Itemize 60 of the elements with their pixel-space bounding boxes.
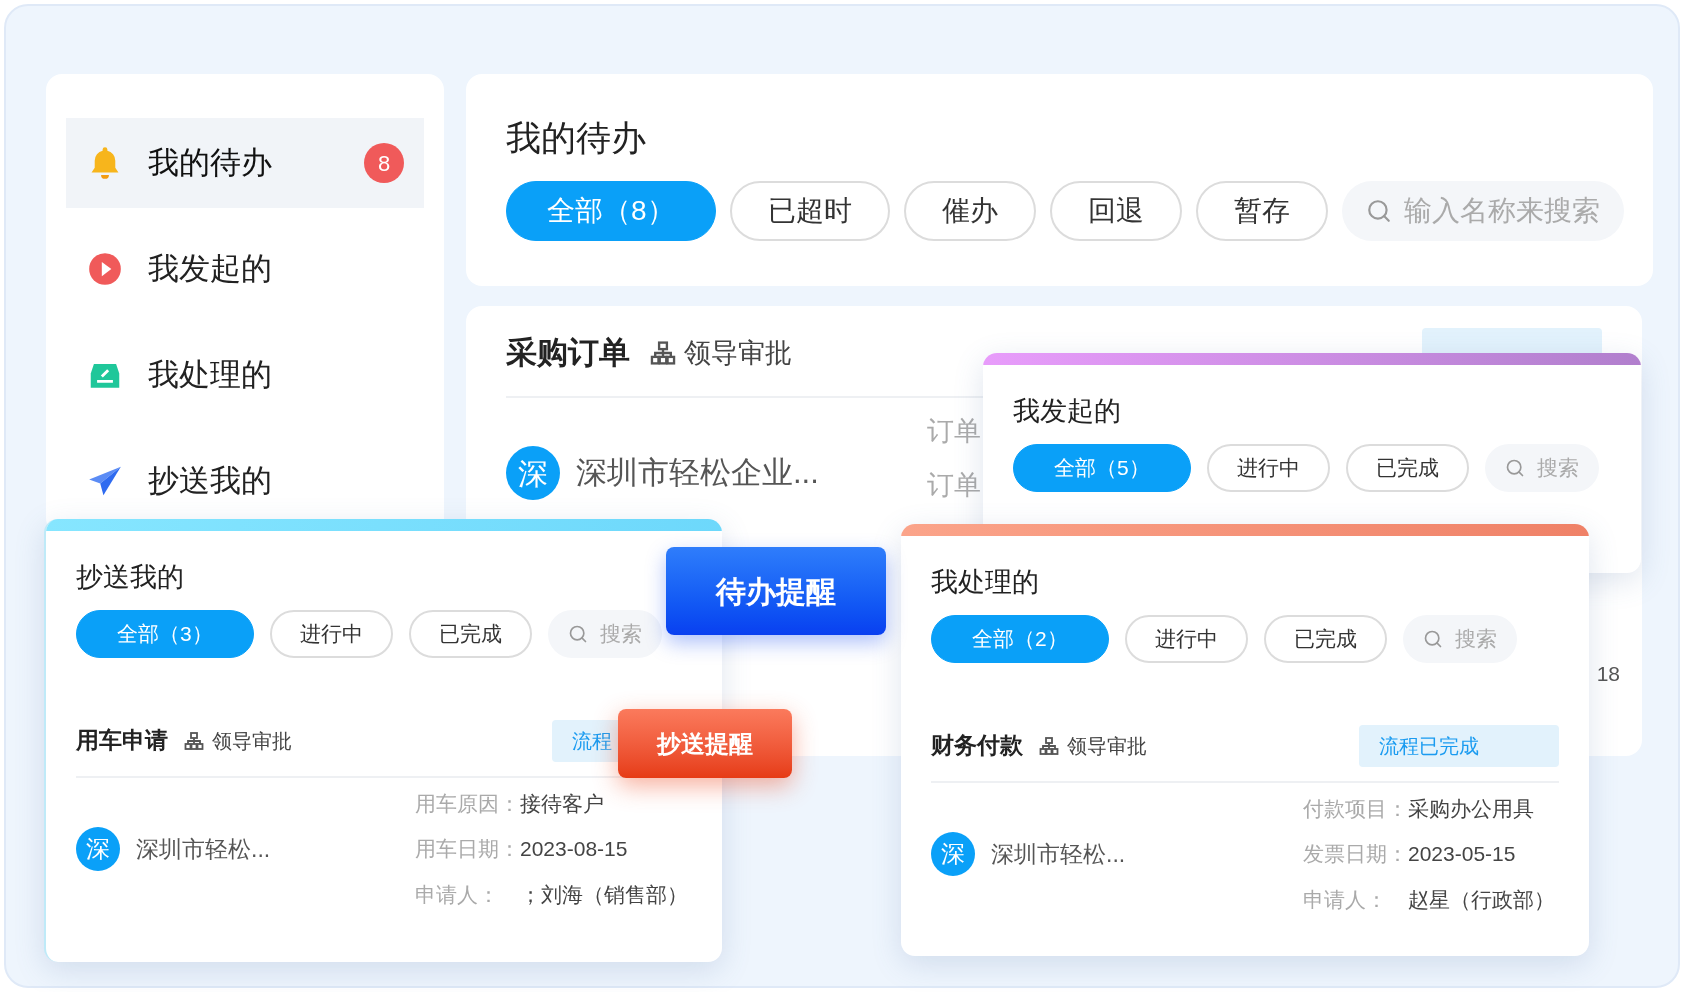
company-avatar: 深 bbox=[931, 831, 975, 876]
filter-tab[interactable]: 进行中 bbox=[1124, 614, 1248, 663]
search-icon bbox=[1422, 628, 1443, 649]
org-chart-icon bbox=[1039, 735, 1059, 756]
card-title: 我处理的 bbox=[931, 566, 1040, 599]
detail-value: 2023-08-15 bbox=[520, 836, 629, 862]
detail-value: 赵星（行政部） bbox=[1408, 886, 1555, 913]
filter-tab[interactable]: 进行中 bbox=[1206, 443, 1330, 492]
org-chart-icon bbox=[184, 730, 204, 751]
filter-tab[interactable]: 已完成 bbox=[1263, 614, 1387, 663]
filter-tab[interactable]: 进行中 bbox=[269, 609, 393, 658]
detail-label: 申请人： bbox=[415, 881, 500, 908]
detail-value: 采购办公用具 bbox=[1408, 795, 1535, 822]
search-placeholder: 搜索 bbox=[1536, 454, 1579, 481]
filter-tab[interactable]: 回退 bbox=[1049, 180, 1182, 241]
search-placeholder: 输入名称来搜索 bbox=[1403, 193, 1600, 228]
detail-label: 用车日期： bbox=[415, 836, 520, 862]
field-label: 订单 bbox=[927, 416, 981, 446]
detail-value: ；刘海（销售部） bbox=[520, 881, 688, 908]
count-badge: 8 bbox=[364, 143, 404, 183]
field-label: 订单 bbox=[927, 470, 981, 500]
detail-label: 申请人： bbox=[1303, 886, 1388, 913]
flow-label: 领导审批 bbox=[684, 336, 792, 370]
company-avatar: 深 bbox=[76, 826, 120, 871]
detail-label: 发票日期： bbox=[1303, 841, 1408, 867]
record-title: 用车申请 bbox=[76, 726, 168, 756]
sidebar-item[interactable]: 我的待办 8 bbox=[66, 118, 424, 208]
record-title: 采购订单 bbox=[506, 333, 630, 372]
filter-tab[interactable]: 催办 bbox=[903, 180, 1036, 241]
sidebar-item[interactable]: 抄送我的 bbox=[66, 464, 424, 498]
record-title: 财务付款 bbox=[931, 731, 1023, 761]
detail-value: 接待客户 bbox=[520, 790, 605, 817]
detail-label: 用车原因： bbox=[415, 790, 520, 817]
detail-label: 付款项目： bbox=[1303, 795, 1408, 822]
card-title: 抄送我的 bbox=[76, 561, 185, 594]
company-name: 深圳市轻松... bbox=[136, 834, 271, 864]
filter-tab[interactable]: 暂存 bbox=[1195, 180, 1328, 241]
search-icon bbox=[1504, 457, 1525, 478]
filter-tab[interactable]: 已完成 bbox=[1345, 443, 1469, 492]
search-icon bbox=[567, 623, 588, 644]
field-value: 18 bbox=[1596, 661, 1620, 687]
play-icon bbox=[86, 250, 124, 288]
filter-tab[interactable]: 已完成 bbox=[408, 609, 532, 658]
detail-value: 2023-05-15 bbox=[1408, 841, 1517, 867]
flow-label: 领导审批 bbox=[212, 728, 292, 754]
sidebar-item[interactable]: 我处理的 bbox=[66, 358, 424, 392]
company-name: 深圳市轻松企业... bbox=[576, 453, 819, 492]
sidebar-item[interactable]: 我发起的 bbox=[66, 252, 424, 286]
search-icon bbox=[1365, 197, 1392, 224]
status-tag: 流程已完成 bbox=[1359, 724, 1559, 767]
search-placeholder: 搜索 bbox=[1454, 625, 1497, 652]
filter-tab[interactable]: 已超时 bbox=[729, 180, 890, 241]
company-avatar: 深 bbox=[506, 446, 560, 500]
search-placeholder: 搜索 bbox=[599, 620, 642, 647]
reminder-button[interactable]: 待办提醒 bbox=[666, 547, 886, 635]
company-name: 深圳市轻松... bbox=[991, 839, 1126, 869]
card-title: 我发起的 bbox=[1013, 395, 1122, 428]
flow-label: 领导审批 bbox=[1067, 733, 1147, 759]
org-chart-icon bbox=[650, 340, 676, 366]
panel-title: 我的待办 bbox=[506, 117, 647, 159]
